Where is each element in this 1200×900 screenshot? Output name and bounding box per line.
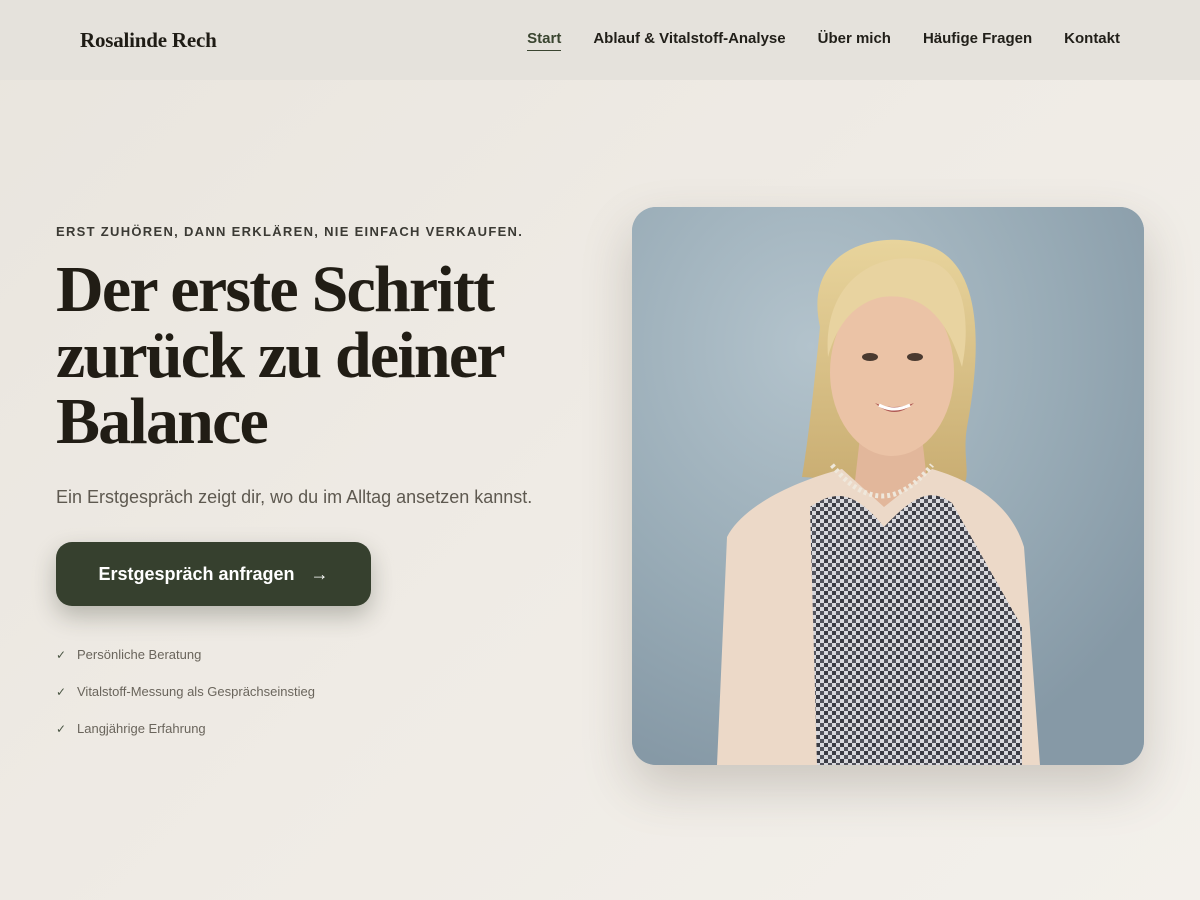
portrait-photo: [632, 207, 1144, 765]
check-label: Vitalstoff-Messung als Gesprächseinstieg: [77, 684, 315, 699]
hero-subline: Ein Erstgespräch zeigt dir, wo du im All…: [56, 487, 533, 507]
nav-link-ablauf[interactable]: Ablauf & Vitalstoff-Analyse: [593, 30, 785, 51]
list-item: ✓ Persönliche Beratung: [56, 636, 596, 673]
hero-eyebrow: ERST ZUHÖREN, DANN ERKLÄREN, NIE EINFACH…: [56, 224, 524, 239]
nav-link-faq[interactable]: Häufige Fragen: [923, 30, 1032, 51]
hero-headline: Der erste Schritt zurück zu deiner Balan…: [56, 253, 504, 458]
check-icon: ✓: [56, 684, 67, 699]
brand-logo[interactable]: Rosalinde Rech: [80, 28, 217, 53]
nav-link-start[interactable]: Start: [527, 30, 562, 51]
cta-button-label: Erstgespräch anfragen: [98, 563, 295, 584]
hero-content: ERST ZUHÖREN, DANN ERKLÄREN, NIE EINFACH…: [56, 224, 596, 747]
list-item: ✓ Langjährige Erfahrung: [56, 710, 596, 747]
check-label: Persönliche Beratung: [77, 647, 202, 662]
nav-link-kontakt[interactable]: Kontakt: [1064, 30, 1120, 51]
check-icon: ✓: [56, 647, 67, 662]
top-navigation: Rosalinde Rech Start Ablauf & Vitalstoff…: [0, 0, 1200, 80]
arrow-right-icon: →: [310, 563, 329, 584]
feature-checklist: ✓ Persönliche Beratung ✓ Vitalstoff-Mess…: [56, 636, 596, 747]
list-item: ✓ Vitalstoff-Messung als Gesprächseinsti…: [56, 673, 596, 710]
cta-button-erstgespraech[interactable]: Erstgespräch anfragen →: [56, 542, 371, 606]
portrait-illustration: [632, 207, 1144, 765]
check-icon: ✓: [56, 721, 67, 736]
nav-link-ueber-mich[interactable]: Über mich: [818, 30, 891, 51]
check-label: Langjährige Erfahrung: [77, 721, 206, 736]
nav-links: Start Ablauf & Vitalstoff-Analyse Über m…: [527, 30, 1120, 51]
